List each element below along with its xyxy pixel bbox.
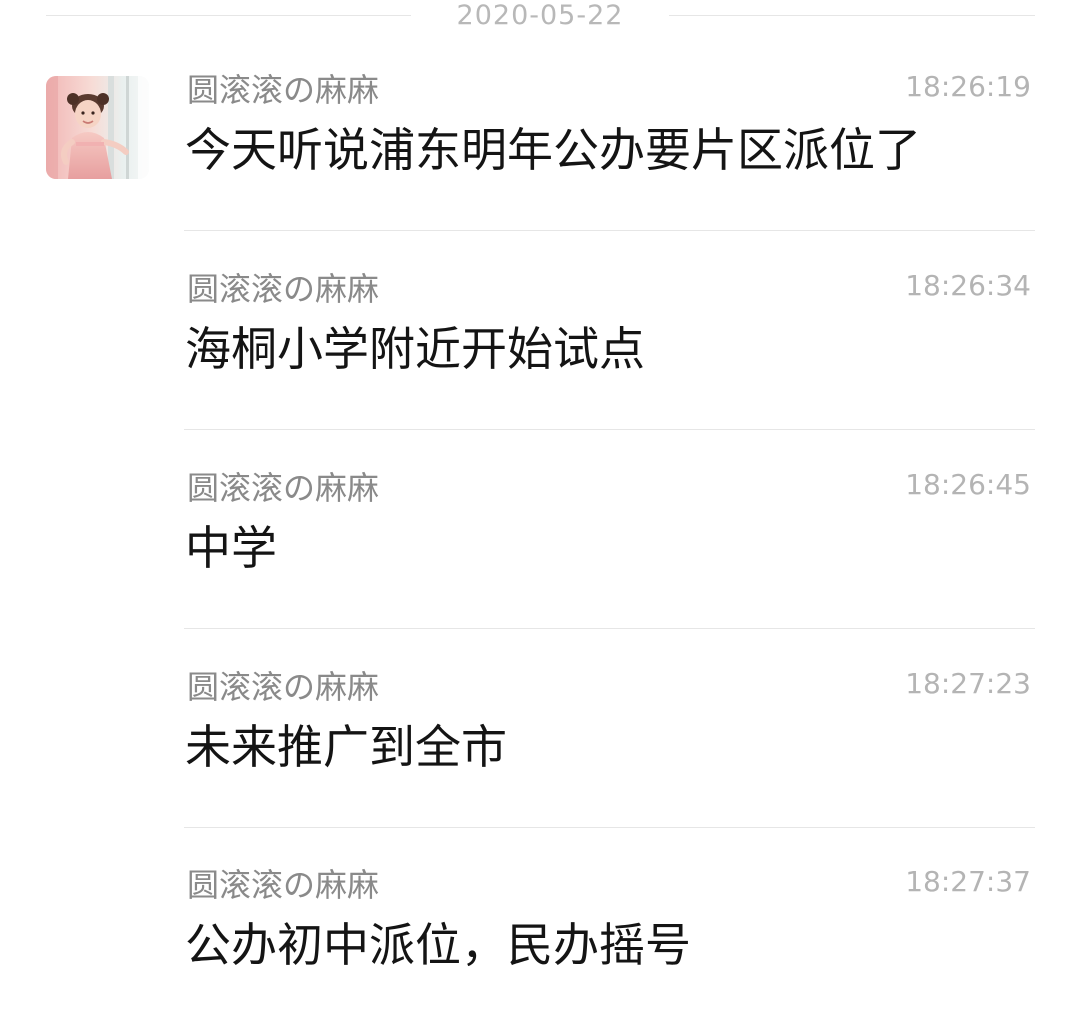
date-divider-line-left [46, 15, 411, 16]
message-time: 18:26:19 [905, 70, 1031, 103]
sender-name: 圆滚滚の麻麻 [187, 866, 380, 904]
message-divider [184, 230, 1035, 231]
date-separator: 2020-05-22 [0, 0, 1080, 34]
message-divider [184, 429, 1035, 430]
message-time: 18:27:23 [905, 667, 1031, 700]
message-text: 海桐小学附近开始试点 [185, 322, 645, 376]
sender-avatar[interactable] [46, 76, 149, 179]
message-text: 今天听说浦东明年公办要片区派位了 [185, 123, 921, 177]
message-text: 中学 [185, 521, 277, 575]
sender-name: 圆滚滚の麻麻 [187, 71, 380, 109]
sender-name: 圆滚滚の麻麻 [187, 270, 380, 308]
message-time: 18:26:45 [905, 468, 1031, 501]
message-time: 18:27:37 [905, 865, 1031, 898]
message-text: 公办初中派位，民办摇号 [185, 918, 691, 972]
date-divider-line-right [669, 15, 1035, 16]
message-divider [184, 628, 1035, 629]
avatar-photo-icon [46, 76, 149, 179]
message-divider [184, 827, 1035, 828]
sender-name: 圆滚滚の麻麻 [187, 668, 380, 706]
date-separator-label: 2020-05-22 [456, 0, 624, 31]
sender-name: 圆滚滚の麻麻 [187, 469, 380, 507]
message-text: 未来推广到全市 [185, 720, 507, 774]
message-time: 18:26:34 [905, 269, 1031, 302]
